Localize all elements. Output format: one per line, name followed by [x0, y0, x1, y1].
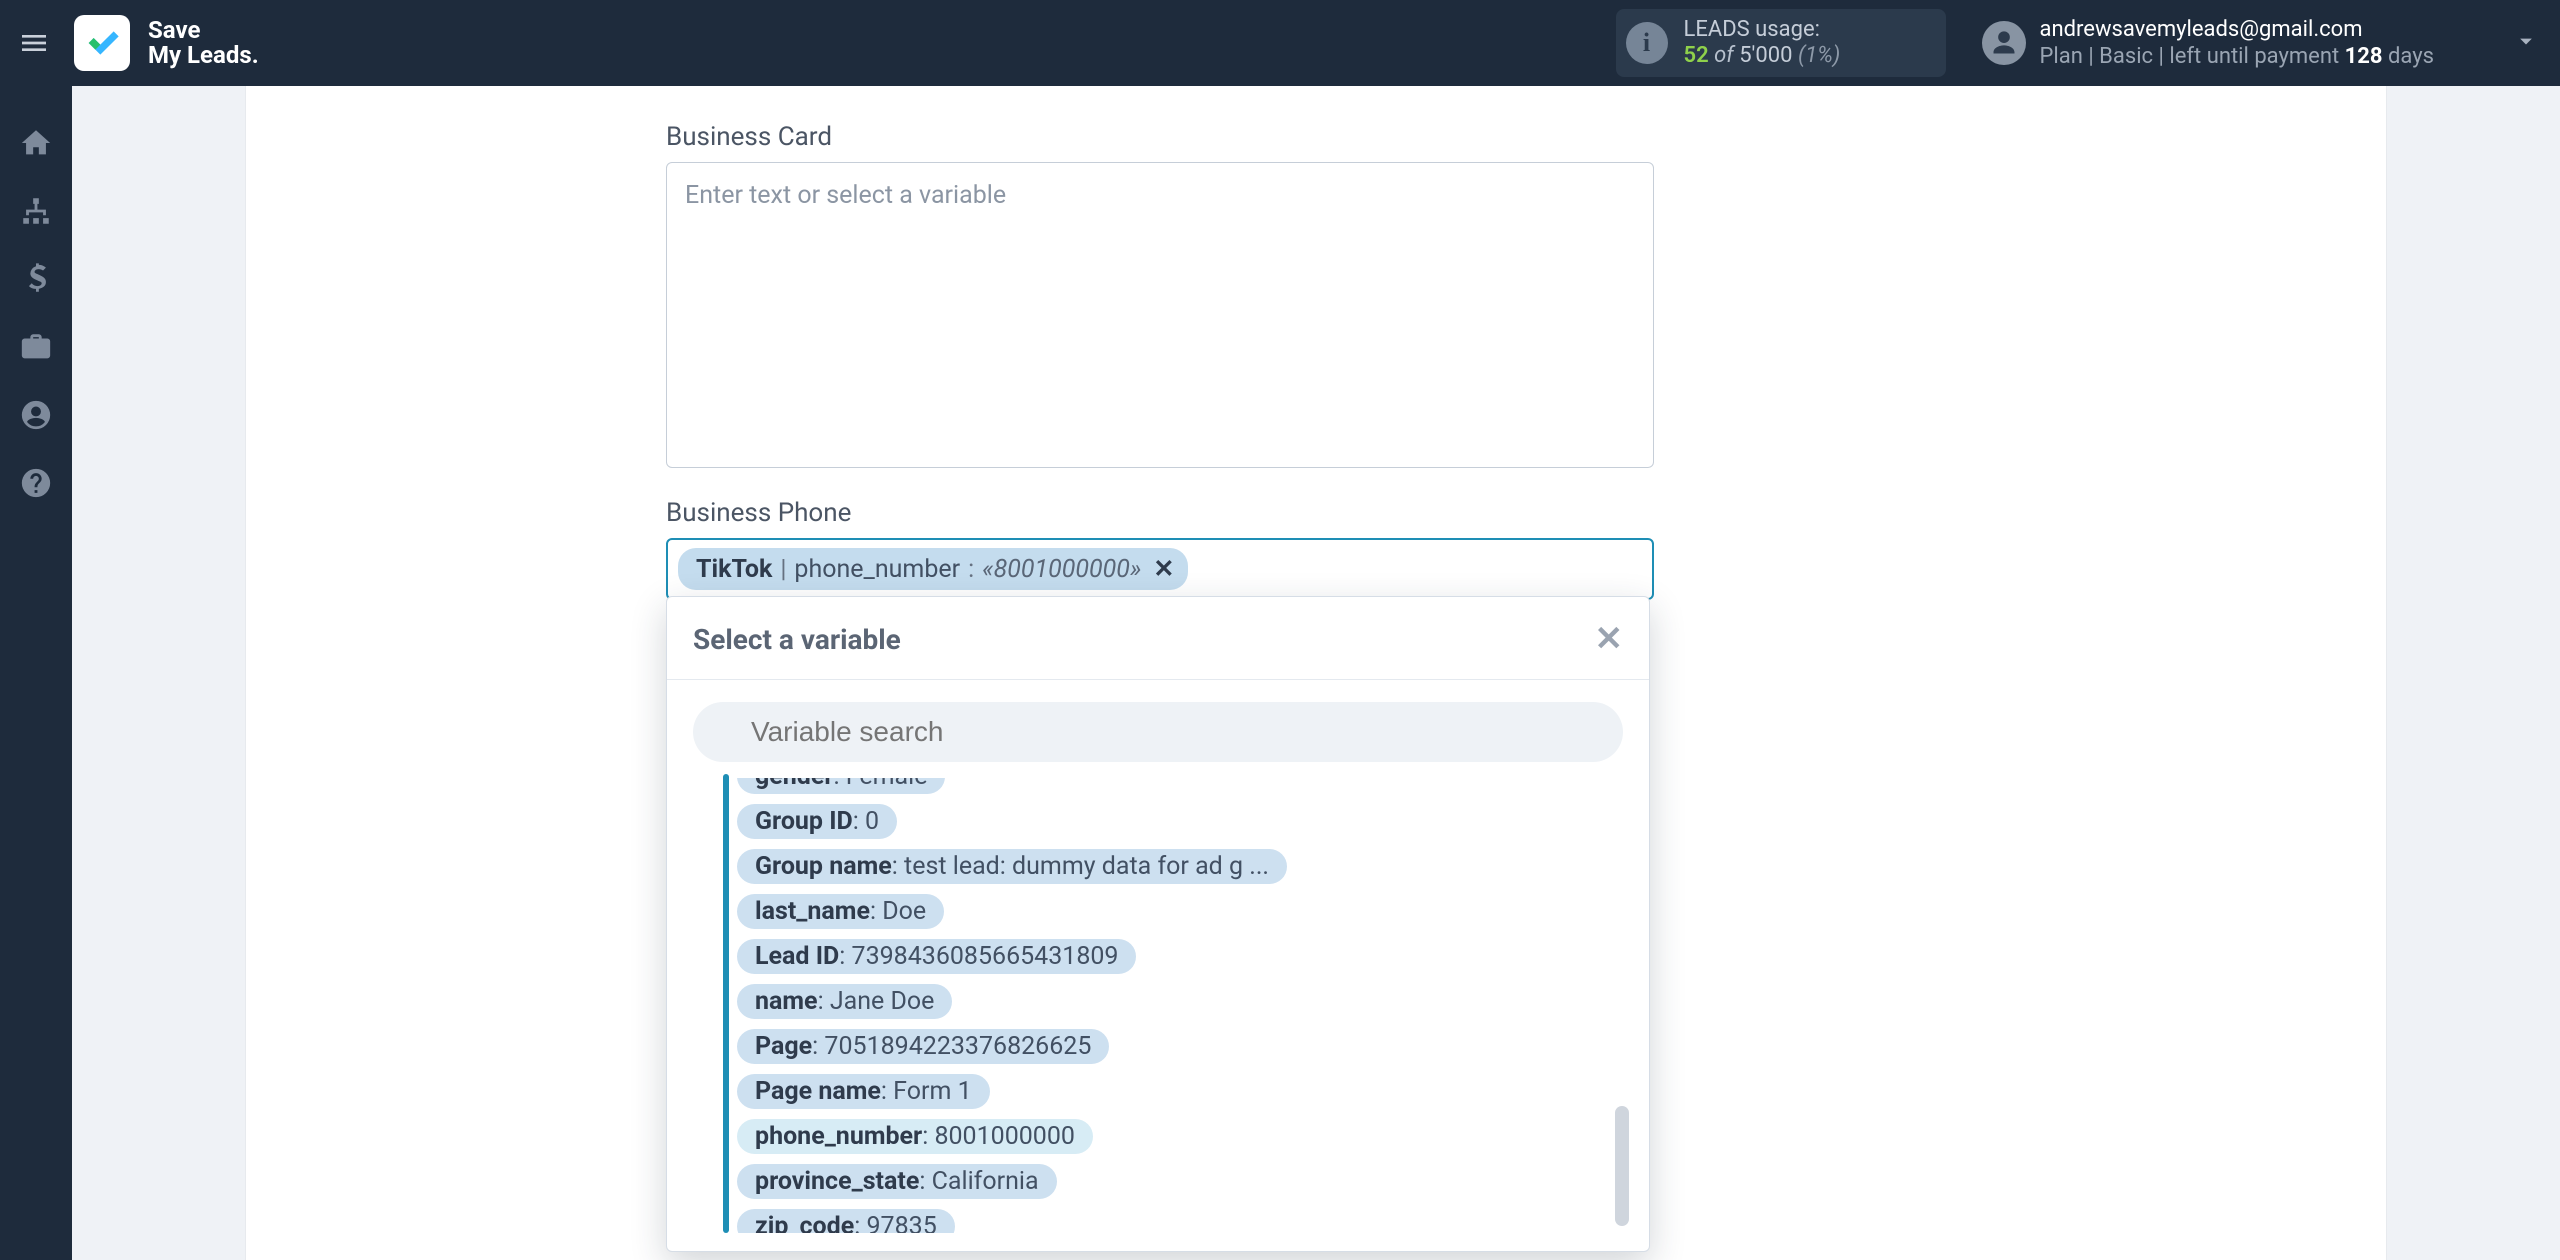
variable-item-key: Page name: [755, 1077, 881, 1106]
leads-usage-label: LEADS usage:: [1684, 17, 1841, 43]
scrollbar-thumb[interactable]: [1615, 1106, 1629, 1226]
variable-item[interactable]: Group name: test lead: dummy data for ad…: [737, 849, 1287, 884]
leads-usage-of: of: [1714, 43, 1734, 68]
variable-item-key: phone_number: [755, 1122, 922, 1151]
business-phone-label: Business Phone: [666, 498, 1656, 528]
leads-usage-pct: (1%): [1798, 43, 1840, 68]
variable-item-key: Page: [755, 1032, 812, 1061]
variable-item-key: name: [755, 987, 818, 1016]
sidebar-home-icon[interactable]: [0, 110, 72, 176]
business-phone-input[interactable]: TikTok | phone_number: «8001000000» ✕: [666, 538, 1654, 600]
brand-name-line2: My Leads.: [148, 43, 259, 68]
variable-item[interactable]: Lead ID: 7398436085665431809: [737, 939, 1136, 974]
brand-name: Save My Leads.: [148, 18, 259, 68]
hamburger-menu-icon[interactable]: [12, 21, 56, 65]
leads-usage-box[interactable]: i LEADS usage: 52 of 5'000 (1%): [1616, 9, 1946, 78]
variable-item-key: Lead ID: [755, 942, 839, 971]
leads-usage-count: 52: [1684, 43, 1709, 68]
close-icon[interactable]: ✕: [1595, 619, 1624, 659]
variable-search-input[interactable]: [693, 702, 1623, 762]
account-plan-name: Basic: [2099, 44, 2153, 69]
chip-value: «8001000000»: [982, 555, 1141, 584]
variable-item[interactable]: province_state: California: [737, 1164, 1057, 1199]
avatar-icon: [1982, 21, 2026, 65]
variable-item-key: zip_code: [755, 1212, 854, 1233]
variable-dropdown: Select a variable ✕: [666, 596, 1650, 1252]
variable-item-key: province_state: [755, 1167, 919, 1196]
sidebar-billing-icon[interactable]: [0, 246, 72, 312]
sidebar-help-icon[interactable]: [0, 450, 72, 516]
variable-item[interactable]: Page: 7051894223376826625: [737, 1029, 1109, 1064]
account-plan: Plan | Basic | left until payment 128 da…: [2040, 43, 2434, 71]
business-card-label: Business Card: [666, 122, 1656, 152]
variable-item-cut[interactable]: gender: Female: [737, 778, 945, 794]
account-menu[interactable]: andrewsavemyleads@gmail.com Plan | Basic…: [1982, 16, 2434, 71]
sidebar-sitemap-icon[interactable]: [0, 178, 72, 244]
sidebar-user-icon[interactable]: [0, 382, 72, 448]
chip-field: phone_number: [794, 555, 960, 584]
variable-item[interactable]: name: Jane Doe: [737, 984, 952, 1019]
leads-usage-text: LEADS usage: 52 of 5'000 (1%): [1684, 17, 1841, 70]
variable-item-key: Group name: [755, 852, 892, 881]
account-plan-prefix: Plan |: [2040, 44, 2094, 69]
chip-remove-icon[interactable]: ✕: [1153, 554, 1174, 584]
variable-item-key: Group ID: [755, 807, 853, 836]
variable-dropdown-title: Select a variable: [693, 623, 901, 656]
brand-logo-icon: [74, 15, 130, 71]
variable-item[interactable]: phone_number: 8001000000: [737, 1119, 1093, 1154]
form-panel: Business Card Enter text or select a var…: [246, 86, 2386, 1260]
leads-usage-total: 5'000: [1739, 43, 1792, 68]
variable-list[interactable]: gender: Female Group ID: 0 Group name: te…: [703, 778, 1631, 1233]
variable-item[interactable]: last_name: Doe: [737, 894, 944, 929]
sidebar-briefcase-icon[interactable]: [0, 314, 72, 380]
account-email: andrewsavemyleads@gmail.com: [2040, 16, 2434, 44]
top-navbar: Save My Leads. i LEADS usage: 52 of 5'00…: [0, 0, 2560, 86]
chip-source: TikTok: [696, 555, 772, 584]
variable-chip-phone[interactable]: TikTok | phone_number: «8001000000» ✕: [678, 548, 1188, 590]
variable-item[interactable]: Group ID: 0: [737, 804, 897, 839]
brand-name-line1: Save: [148, 18, 259, 43]
account-plan-days-suffix: days: [2388, 44, 2434, 69]
account-dropdown-caret[interactable]: [2452, 27, 2540, 59]
business-card-input[interactable]: Enter text or select a variable: [666, 162, 1654, 468]
account-plan-mid: | left until payment: [2159, 44, 2340, 69]
variable-item[interactable]: zip_code: 97835: [737, 1209, 955, 1233]
account-plan-days: 128: [2345, 44, 2383, 69]
variable-item-key: last_name: [755, 897, 870, 926]
left-sidebar: [0, 86, 72, 1260]
variable-item[interactable]: Page name: Form 1: [737, 1074, 990, 1109]
info-icon: i: [1626, 22, 1668, 64]
